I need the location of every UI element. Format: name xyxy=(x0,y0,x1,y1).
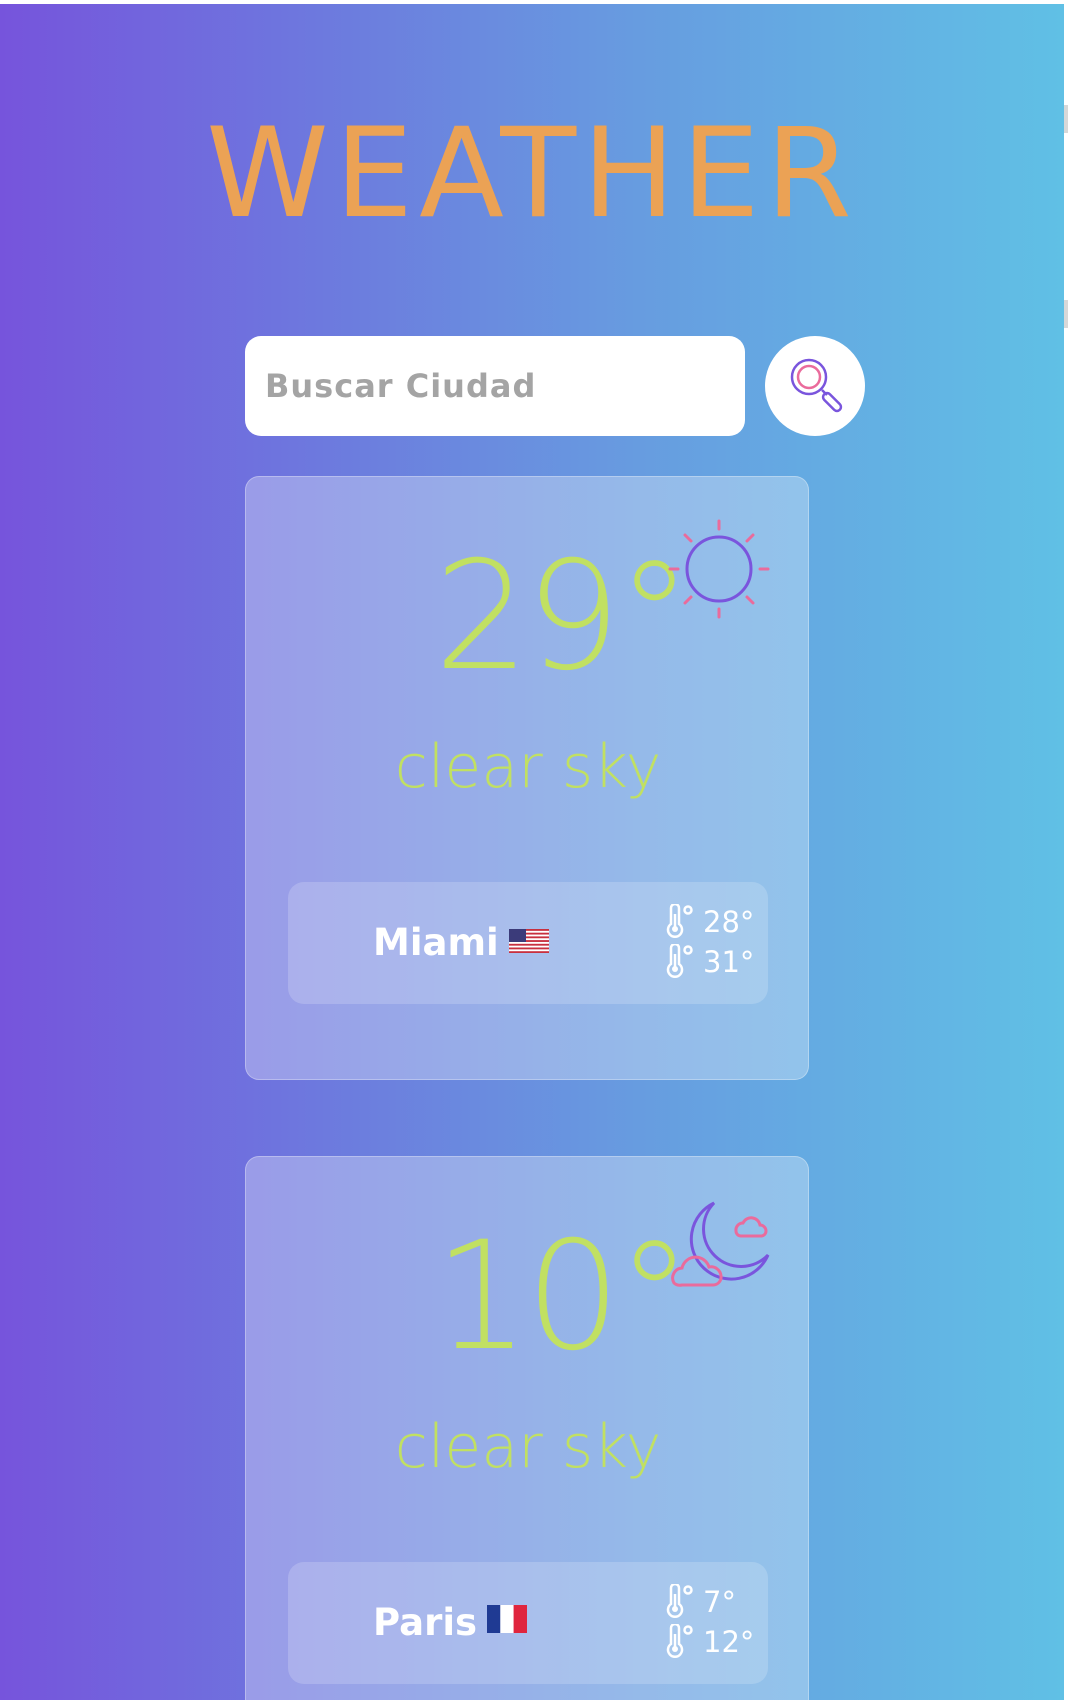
sun-icon xyxy=(668,519,770,619)
scrollbar-track[interactable] xyxy=(1064,0,1068,1700)
weather-description: clear sky xyxy=(394,732,662,802)
max-temp: 31° xyxy=(703,945,755,979)
us-flag-icon xyxy=(508,880,549,1002)
city-name: Paris xyxy=(373,1601,478,1644)
weather-card: 29° clear sky Miami 28° 31° xyxy=(245,476,809,1080)
max-temp-row: 12° xyxy=(663,1622,773,1662)
app-background: WEATHER 29° clear sky xyxy=(0,4,1064,1700)
min-temp-row: 28° xyxy=(663,902,773,942)
min-temp-row: 7° xyxy=(663,1582,773,1622)
temperature: 29° xyxy=(434,530,692,704)
thermometer-icon xyxy=(666,942,693,978)
city-info-panel: Paris 7° 12° xyxy=(288,1562,768,1684)
fr-flag-icon xyxy=(487,1560,528,1682)
search-input[interactable] xyxy=(245,336,745,436)
city-name-row: Miami xyxy=(373,882,683,1004)
search-icon xyxy=(790,358,843,413)
scrollbar-marker xyxy=(1064,105,1068,133)
city-info-panel: Miami 28° 31° xyxy=(288,882,768,1004)
moon-clouds-icon xyxy=(671,1201,770,1287)
search-button[interactable] xyxy=(765,336,865,436)
min-max-temperatures: 7° 12° xyxy=(663,1582,773,1662)
city-name: Miami xyxy=(373,921,499,964)
weather-card: 10° clear sky Paris 7° 12° xyxy=(245,1156,809,1700)
max-temp-row: 31° xyxy=(663,942,773,982)
thermometer-icon xyxy=(666,1622,693,1658)
min-max-temperatures: 28° 31° xyxy=(663,902,773,982)
city-name-row: Paris xyxy=(373,1562,683,1684)
weather-description: clear sky xyxy=(394,1412,662,1482)
max-temp: 12° xyxy=(703,1625,755,1659)
min-temp: 7° xyxy=(703,1585,736,1619)
app-title: WEATHER xyxy=(206,102,858,246)
thermometer-icon xyxy=(666,902,693,938)
min-temp: 28° xyxy=(703,905,755,939)
thermometer-icon xyxy=(666,1582,693,1618)
temperature: 10° xyxy=(434,1210,692,1384)
scrollbar-marker xyxy=(1064,300,1068,328)
